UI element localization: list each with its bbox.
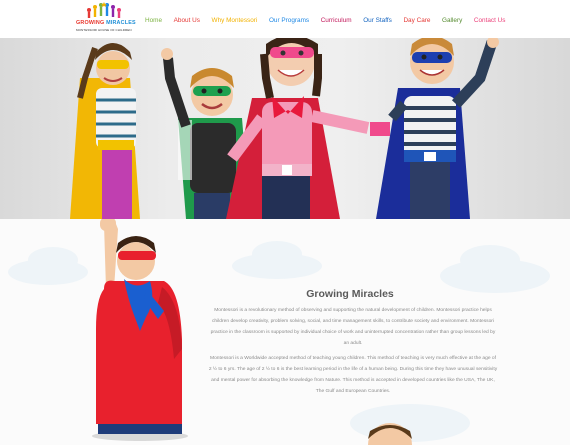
site-logo[interactable]: GROWING MIRACLES MONTESSORI HOUSE OF CHI… [76,2,136,36]
nav-item-home[interactable]: Home [145,17,162,24]
child-head-partial-illustration [368,423,412,445]
logo-title: GROWING MIRACLES [76,20,136,26]
logo-title-word1: GROWING [76,20,105,26]
top-nav-bar: GROWING MIRACLES MONTESSORI HOUSE OF CHI… [0,0,570,38]
logo-title-word2: MIRACLES [106,20,136,26]
nav-item-our-programs[interactable]: Our Programs [269,17,309,24]
kid-blue-cape [376,38,499,219]
logo-subtitle: MONTESSORI HOUSE OF CHILDREN [76,28,132,32]
section-paragraph-2: Montessori is a Worldwide accepted metho… [208,356,498,394]
superhero-kids-illustration [70,38,499,219]
logo-kids-icon [87,2,121,18]
section-paragraph-1: Montessori is a revolutionary method of … [210,308,496,346]
cloud-decoration [460,245,520,275]
nav-item-why-montessori[interactable]: Why Montessori [212,17,258,24]
nav-item-our-staffs[interactable]: Our Staffs [363,17,392,24]
section-title: Growing Miracles [306,288,394,300]
main-menu: Home About Us Why Montessori Our Program… [145,17,517,24]
nav-item-contact-us[interactable]: Contact Us [474,17,506,24]
kid-yellow-cape [70,43,140,219]
nav-item-about-us[interactable]: About Us [174,17,200,24]
about-section: Growing Miracles Montessori is a revolut… [0,219,570,445]
cloud-decoration [252,241,302,267]
kid-red-cape [226,38,390,219]
nav-item-curriculum[interactable]: Curriculum [321,17,352,24]
hero-banner-image [0,38,570,219]
nav-item-gallery[interactable]: Gallery [442,17,462,24]
cloud-decoration [28,247,78,273]
nav-item-day-care[interactable]: Day Care [403,17,430,24]
superhero-boy-illustration [92,219,188,441]
